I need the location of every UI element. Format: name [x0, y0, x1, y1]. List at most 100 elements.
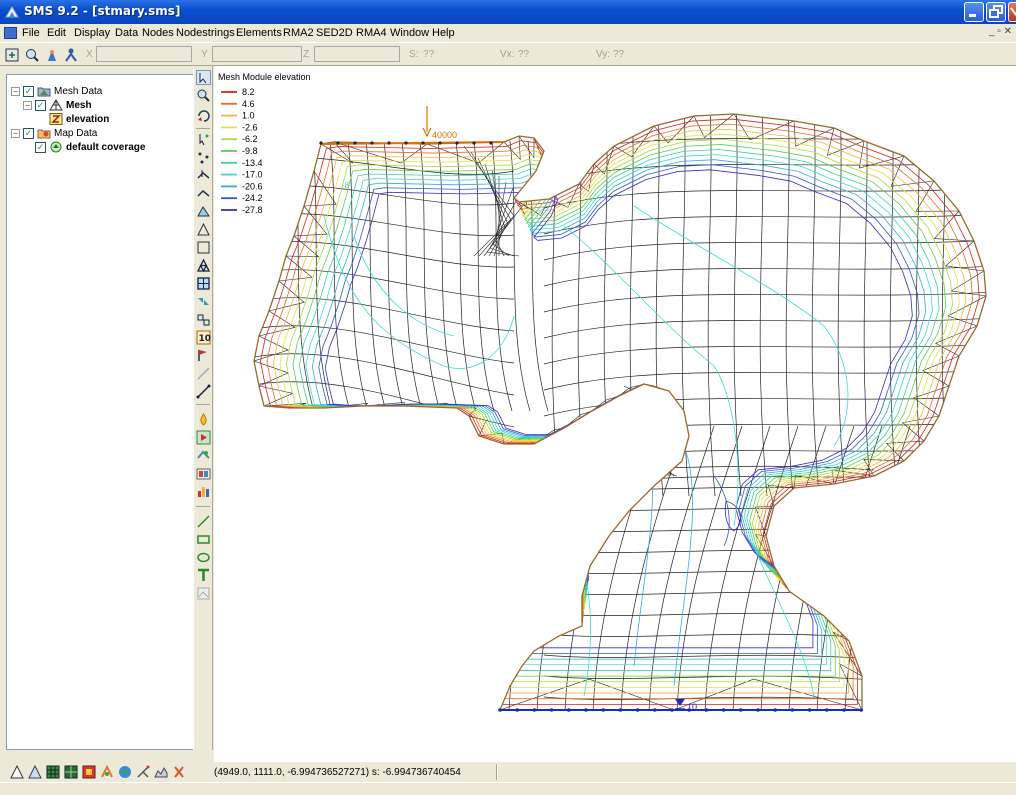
- minimize-button[interactable]: [964, 2, 984, 22]
- tool-palette: 10: [193, 66, 213, 750]
- play-icon[interactable]: [196, 430, 211, 445]
- person-tool-icon[interactable]: [63, 47, 79, 63]
- checkbox-icon[interactable]: ✓: [35, 99, 46, 111]
- select-nodestring-icon[interactable]: [196, 168, 211, 183]
- tree-item-mesh-data[interactable]: − ✓ Mesh Data: [11, 84, 102, 98]
- sms-app-icon[interactable]: [4, 4, 20, 20]
- select-node-icon[interactable]: [196, 132, 211, 147]
- tree-item-map-data[interactable]: − ✓ Map Data: [11, 126, 97, 140]
- map-data-folder-icon: [37, 129, 51, 139]
- contour-value-label: -8: [342, 181, 350, 190]
- contour-label-icon[interactable]: 10: [196, 330, 211, 345]
- flag-tool-icon[interactable]: [196, 348, 211, 363]
- split-element-icon[interactable]: [196, 312, 211, 327]
- create-nodes-icon[interactable]: [196, 150, 211, 165]
- collapse-toggle-icon[interactable]: −: [11, 128, 20, 138]
- zoom-icon[interactable]: [24, 47, 40, 63]
- window-title: SMS 9.2 - [stmary.sms]: [24, 4, 181, 18]
- menu-display[interactable]: Display: [74, 27, 110, 39]
- measure-tool-icon[interactable]: [196, 384, 211, 399]
- text-tool-icon[interactable]: [196, 568, 211, 583]
- z-label: Z: [303, 49, 310, 60]
- y-coordinate-field[interactable]: [212, 46, 302, 62]
- map-module-icon[interactable]: [100, 765, 114, 779]
- menu-sed2d[interactable]: SED2D: [316, 27, 353, 39]
- tree-item-mesh[interactable]: − ✓ Mesh: [23, 98, 92, 112]
- status-bar: (4949.0, 1111.0, -6.994736527271) s: -6.…: [210, 762, 1016, 782]
- select-element-icon[interactable]: [196, 204, 211, 219]
- legend-label: -17.0: [242, 170, 263, 180]
- quad-mesh-icon[interactable]: [196, 276, 211, 291]
- coverage-icon: [50, 141, 62, 153]
- menu-edit[interactable]: Edit: [47, 27, 66, 39]
- tree-item-default-coverage[interactable]: ✓ default coverage: [35, 140, 145, 154]
- mesh-data-folder-icon: [37, 87, 51, 97]
- create-nodestring-icon[interactable]: [196, 186, 211, 201]
- tree-label-mesh: Mesh: [66, 99, 92, 111]
- tree-label-elevation: elevation: [66, 113, 110, 125]
- checkbox-icon[interactable]: ✓: [23, 127, 34, 139]
- z-coordinate-field[interactable]: [314, 46, 400, 62]
- wave-module-icon[interactable]: [172, 765, 186, 779]
- rotate-tool-icon[interactable]: [196, 108, 211, 123]
- menu-rma4[interactable]: RMA4: [356, 27, 387, 39]
- menu-data[interactable]: Data: [115, 27, 138, 39]
- water-drop-icon[interactable]: [196, 412, 211, 427]
- merge-triangles-icon[interactable]: [196, 294, 211, 309]
- mdi-controls[interactable]: _ ▫ ✕: [989, 26, 1012, 37]
- status-readout: (4949.0, 1111.0, -6.994736527271) s: -6.…: [214, 767, 461, 778]
- collapse-toggle-icon[interactable]: −: [23, 100, 32, 110]
- mesh-module-icon[interactable]: [10, 765, 24, 779]
- draw-line-icon[interactable]: [196, 514, 211, 529]
- brush-icon[interactable]: [44, 47, 60, 63]
- minimize-icon: [969, 14, 976, 17]
- window-bottom-edge: [0, 782, 1016, 795]
- menu-help[interactable]: Help: [432, 27, 455, 39]
- menu-rma2[interactable]: RMA2: [283, 27, 314, 39]
- triangle-element-icon[interactable]: [196, 222, 211, 237]
- legend-label: -24.2: [242, 193, 263, 203]
- animation-icon[interactable]: [196, 448, 211, 463]
- image-tool-icon[interactable]: [196, 586, 211, 601]
- menu-elements[interactable]: Elements: [236, 27, 282, 39]
- checkbox-icon[interactable]: ✓: [23, 85, 34, 97]
- line-tool-icon[interactable]: [196, 366, 211, 381]
- 1d-module-icon[interactable]: [154, 765, 168, 779]
- svg-text:10: 10: [199, 334, 212, 344]
- gis-module-icon[interactable]: [118, 765, 132, 779]
- cartesian-grid-icon[interactable]: [46, 765, 60, 779]
- collapse-toggle-icon[interactable]: −: [11, 86, 20, 96]
- triangle-mesh-icon[interactable]: [196, 258, 211, 273]
- film-strip-icon[interactable]: [196, 466, 211, 481]
- close-button[interactable]: [1008, 2, 1016, 22]
- maximize-button[interactable]: [986, 2, 1006, 22]
- tree-label-mesh-data: Mesh Data: [54, 85, 103, 97]
- menu-window[interactable]: Window: [390, 27, 429, 39]
- x-label: X: [86, 49, 93, 60]
- menu-nodes[interactable]: Nodes: [142, 27, 174, 39]
- legend-label: 1.0: [242, 111, 255, 121]
- scatter-module-icon[interactable]: [28, 765, 42, 779]
- checkbox-icon[interactable]: ✓: [35, 141, 46, 153]
- vx-value: ??: [518, 49, 530, 60]
- raster-module-icon[interactable]: [82, 765, 96, 779]
- draw-rectangle-icon[interactable]: [196, 532, 211, 547]
- x-coordinate-field[interactable]: [96, 46, 192, 62]
- draw-oval-icon[interactable]: [196, 550, 211, 565]
- bottom-nodestring-label: 10: [687, 702, 697, 712]
- menu-file[interactable]: File: [22, 27, 40, 39]
- legend-label: 4.6: [242, 99, 255, 109]
- quad-element-icon[interactable]: [196, 240, 211, 255]
- tree-item-elevation[interactable]: elevation: [49, 112, 109, 126]
- menu-nodestrings[interactable]: Nodestrings: [176, 27, 235, 39]
- vy-value: ??: [613, 49, 625, 60]
- zoom-tool-icon[interactable]: [196, 88, 211, 103]
- frame-icon[interactable]: [4, 47, 20, 63]
- graphics-window[interactable]: Mesh Module elevation 8.2 4.6 1.0-2.6 -6.2 -…: [214, 66, 1016, 762]
- particle-module-icon[interactable]: [136, 765, 150, 779]
- document-icon[interactable]: [4, 27, 17, 39]
- grid-module-icon[interactable]: [64, 765, 78, 779]
- histogram-icon[interactable]: [196, 484, 211, 499]
- contour-legend: 8.2 4.6 1.0-2.6 -6.2 -9.8 -13.4 -17.0-20.6 -24.…: [221, 87, 263, 215]
- select-pointer-icon[interactable]: [196, 70, 211, 85]
